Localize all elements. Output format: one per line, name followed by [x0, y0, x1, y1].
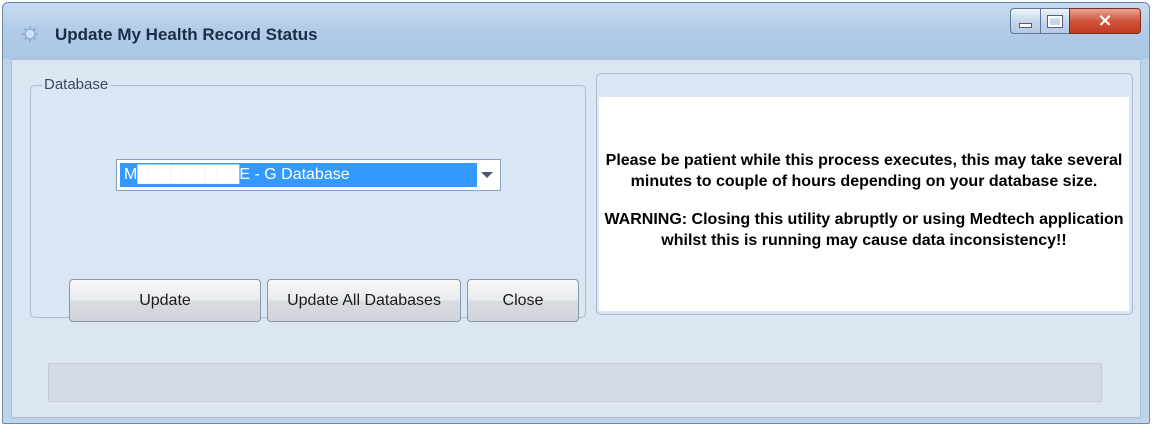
message-text: Please be patient while this process exe…: [599, 150, 1129, 251]
maximize-icon: [1047, 14, 1063, 28]
close-icon: ×: [1097, 10, 1113, 31]
close-window-button[interactable]: ×: [1069, 8, 1141, 34]
database-groupbox: M█████████E - G Database Update Update A…: [30, 85, 586, 322]
close-button[interactable]: Close: [467, 279, 579, 322]
minimize-button[interactable]: [1010, 8, 1041, 34]
message-panel: Please be patient while this process exe…: [596, 73, 1133, 315]
dropdown-arrow-icon[interactable]: [477, 163, 497, 187]
patience-message: Please be patient while this process exe…: [605, 152, 1123, 190]
minimize-icon: [1019, 22, 1032, 28]
database-select[interactable]: M█████████E - G Database: [116, 159, 501, 191]
update-all-databases-button[interactable]: Update All Databases: [267, 279, 461, 322]
warning-message: WARNING: Closing this utility abruptly o…: [604, 211, 1124, 249]
client-area: M█████████E - G Database Update Update A…: [11, 59, 1141, 418]
update-button[interactable]: Update: [69, 279, 261, 322]
update-my-health-record-window: Update My Health Record Status × M██████…: [2, 2, 1150, 424]
database-group-label: Database: [42, 76, 111, 93]
maximize-button[interactable]: [1040, 8, 1070, 34]
database-select-value: M█████████E - G Database: [120, 163, 477, 187]
message-box: Please be patient while this process exe…: [599, 97, 1129, 311]
window-title: Update My Health Record Status: [55, 25, 318, 44]
progress-bar: [48, 363, 1102, 402]
app-icon: [21, 25, 39, 43]
title-bar[interactable]: Update My Health Record Status ×: [3, 3, 1149, 59]
